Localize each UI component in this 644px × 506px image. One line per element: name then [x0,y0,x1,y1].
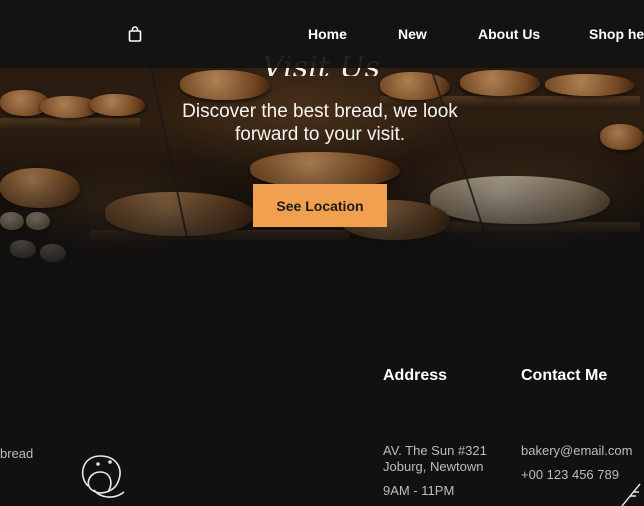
wheat-illustration [620,478,644,506]
contact-phone-link[interactable]: +00 123 456 789 [521,467,619,483]
opening-hours: 9AM - 11PM [383,483,455,498]
footer-left-snippet: bread [0,446,34,461]
shopping-bag-icon[interactable] [128,26,142,42]
nav-link-new[interactable]: New [398,26,427,42]
nav-link-home[interactable]: Home [308,26,347,42]
address-line-2: Joburg, Newtown [383,459,484,474]
nav-link-shop[interactable]: Shop he [589,26,644,42]
address-line-1: AV. The Sun #321 [383,443,487,458]
pretzel-illustration [74,446,134,506]
hero-tagline: Discover the best bread, we look forward… [182,101,458,145]
address-heading: Address [383,367,448,384]
contact-heading: Contact Me [521,367,608,384]
navbar: Home New About Us Shop he [0,0,644,68]
see-location-button[interactable]: See Location [253,184,387,227]
nav-link-about-us[interactable]: About Us [478,26,540,42]
contact-email-link[interactable]: bakery@email.com [521,443,632,459]
